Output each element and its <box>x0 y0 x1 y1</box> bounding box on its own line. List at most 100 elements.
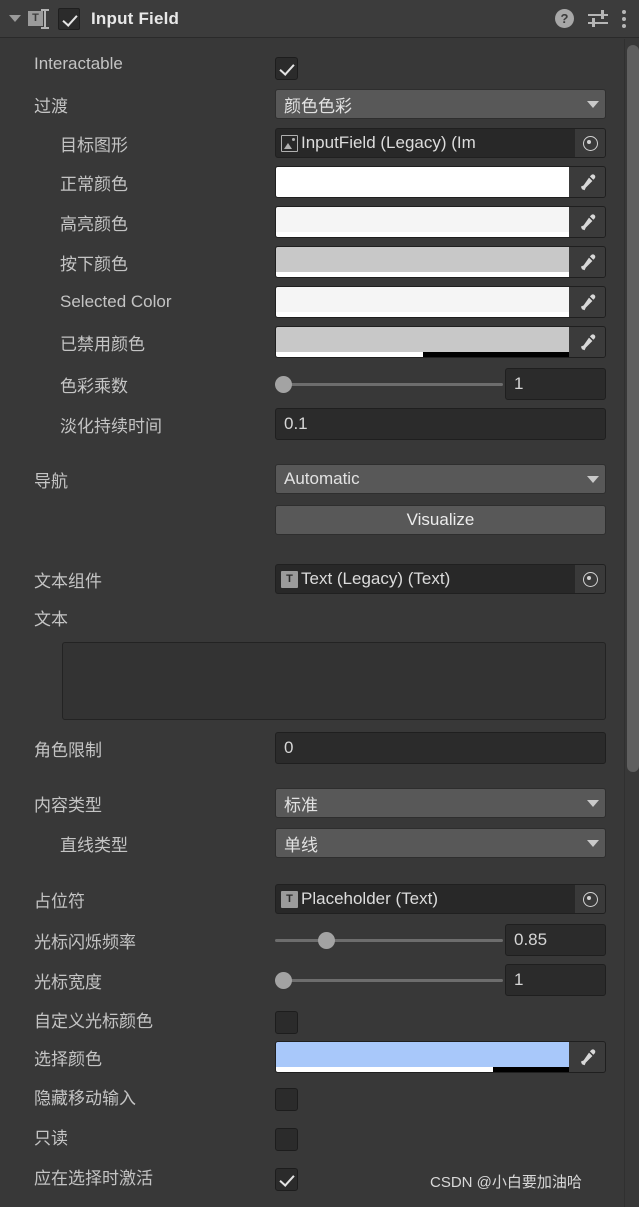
vertical-scrollbar[interactable] <box>624 39 639 1207</box>
highlighted-color-swatch <box>276 207 569 237</box>
caret-width-slider[interactable] <box>275 965 503 995</box>
row-content-type: 内容类型 标准 <box>0 788 610 818</box>
label-caret-width: 光标宽度 <box>34 972 102 992</box>
label-fade-duration: 淡化持续时间 <box>60 416 162 436</box>
read-only-checkbox[interactable] <box>275 1127 298 1151</box>
row-read-only: 只读 <box>0 1121 610 1151</box>
content-type-dropdown-value: 标准 <box>284 795 318 815</box>
character-limit-input[interactable]: 0 <box>275 732 606 764</box>
activate-on-select-checkbox[interactable] <box>275 1167 298 1191</box>
caret-width-value[interactable]: 1 <box>505 964 606 996</box>
highlighted-color-field[interactable] <box>275 206 606 238</box>
caret-blink-rate-slider[interactable] <box>275 925 503 955</box>
foldout-toggle-icon[interactable] <box>6 0 24 38</box>
help-icon[interactable]: ? <box>555 9 574 28</box>
navigation-dropdown-value: Automatic <box>284 469 360 488</box>
row-highlighted-color: 高亮颜色 <box>0 206 610 238</box>
row-text-label: 文本 <box>0 604 610 630</box>
label-line-type: 直线类型 <box>60 835 128 855</box>
slider-knob[interactable] <box>275 376 292 393</box>
slider-track <box>275 383 503 386</box>
chevron-down-icon <box>587 839 599 847</box>
row-color-multiplier: 色彩乘数 1 <box>0 368 610 400</box>
eyedropper-icon[interactable] <box>569 207 605 237</box>
label-pressed-color: 按下颜色 <box>60 254 128 274</box>
pressed-color-field[interactable] <box>275 246 606 278</box>
label-disabled-color: 已禁用颜色 <box>60 334 145 354</box>
row-normal-color: 正常颜色 <box>0 166 610 198</box>
label-selection-color: 选择颜色 <box>34 1049 102 1069</box>
hide-mobile-input-checkbox[interactable] <box>275 1087 298 1111</box>
row-selected-color: Selected Color <box>0 286 610 318</box>
header-actions: ? <box>555 9 631 28</box>
line-type-dropdown[interactable]: 单线 <box>275 828 606 858</box>
row-disabled-color: 已禁用颜色 <box>0 326 610 358</box>
slider-track <box>275 939 503 942</box>
label-character-limit: 角色限制 <box>34 740 102 760</box>
text-component-icon: T <box>281 570 298 588</box>
eyedropper-icon[interactable] <box>569 167 605 197</box>
object-picker-icon[interactable] <box>575 885 605 913</box>
text-component-object-field[interactable]: T Text (Legacy) (Text) <box>275 564 606 594</box>
preset-settings-icon[interactable] <box>588 9 608 28</box>
text-component-icon: T <box>281 890 298 908</box>
row-navigation: 导航 Automatic <box>0 464 610 494</box>
eyedropper-icon[interactable] <box>569 327 605 357</box>
visualize-button[interactable]: Visualize <box>275 505 606 535</box>
chevron-down-icon <box>587 799 599 807</box>
disabled-color-field[interactable] <box>275 326 606 358</box>
inspector-body: Interactable 过渡 颜色色彩 目标图形 InputField (Le… <box>0 39 639 1207</box>
slider-knob[interactable] <box>275 972 292 989</box>
row-visualize: Visualize <box>0 505 610 535</box>
placeholder-object-field[interactable]: T Placeholder (Text) <box>275 884 606 914</box>
target-graphic-object-field[interactable]: InputField (Legacy) (Im <box>275 128 606 158</box>
watermark-text: CSDN @小白要加油哈 <box>430 1174 582 1191</box>
color-multiplier-slider[interactable] <box>275 369 503 399</box>
selection-color-field[interactable] <box>275 1041 606 1073</box>
row-caret-blink-rate: 光标闪烁频率 0.85 <box>0 924 610 956</box>
eyedropper-icon[interactable] <box>569 1042 605 1072</box>
label-read-only: 只读 <box>34 1128 68 1148</box>
line-type-dropdown-value: 单线 <box>284 835 318 855</box>
navigation-dropdown[interactable]: Automatic <box>275 464 606 494</box>
eyedropper-icon[interactable] <box>569 247 605 277</box>
row-transition: 过渡 颜色色彩 <box>0 89 610 119</box>
component-header: T Input Field ? <box>0 0 639 38</box>
component-enabled-checkbox[interactable] <box>58 7 80 30</box>
label-normal-color: 正常颜色 <box>60 174 128 194</box>
object-picker-icon[interactable] <box>575 565 605 593</box>
text-component-value: Text (Legacy) (Text) <box>301 569 451 588</box>
pressed-color-swatch <box>276 247 569 277</box>
label-transition: 过渡 <box>34 96 68 116</box>
row-custom-caret-color: 自定义光标颜色 <box>0 1004 610 1034</box>
content-type-dropdown[interactable]: 标准 <box>275 788 606 818</box>
label-target-graphic: 目标图形 <box>60 135 128 155</box>
unity-inspector-panel: T Input Field ? Interactable 过渡 颜色色彩 目标图… <box>0 0 639 1207</box>
selection-color-swatch <box>276 1042 569 1072</box>
slider-knob[interactable] <box>318 932 335 949</box>
normal-color-swatch <box>276 167 569 197</box>
label-selected-color: Selected Color <box>60 292 172 311</box>
slider-track <box>275 979 503 982</box>
fade-duration-input[interactable]: 0.1 <box>275 408 606 440</box>
selected-color-swatch <box>276 287 569 317</box>
transition-dropdown[interactable]: 颜色色彩 <box>275 89 606 119</box>
normal-color-field[interactable] <box>275 166 606 198</box>
label-caret-blink-rate: 光标闪烁频率 <box>34 932 136 952</box>
text-textarea[interactable] <box>62 642 606 720</box>
transition-dropdown-value: 颜色色彩 <box>284 96 352 116</box>
kebab-menu-icon[interactable] <box>622 9 627 28</box>
caret-blink-rate-value[interactable]: 0.85 <box>505 924 606 956</box>
color-multiplier-value[interactable]: 1 <box>505 368 606 400</box>
eyedropper-icon[interactable] <box>569 287 605 317</box>
row-pressed-color: 按下颜色 <box>0 246 610 278</box>
scrollbar-thumb[interactable] <box>627 45 639 772</box>
placeholder-value: Placeholder (Text) <box>301 889 439 908</box>
page-title: Input Field <box>91 8 180 28</box>
label-activate-on-select: 应在选择时激活 <box>34 1168 153 1188</box>
interactable-checkbox[interactable] <box>275 56 298 80</box>
target-graphic-value: InputField (Legacy) (Im <box>301 133 476 152</box>
custom-caret-color-checkbox[interactable] <box>275 1010 298 1034</box>
selected-color-field[interactable] <box>275 286 606 318</box>
object-picker-icon[interactable] <box>575 129 605 157</box>
